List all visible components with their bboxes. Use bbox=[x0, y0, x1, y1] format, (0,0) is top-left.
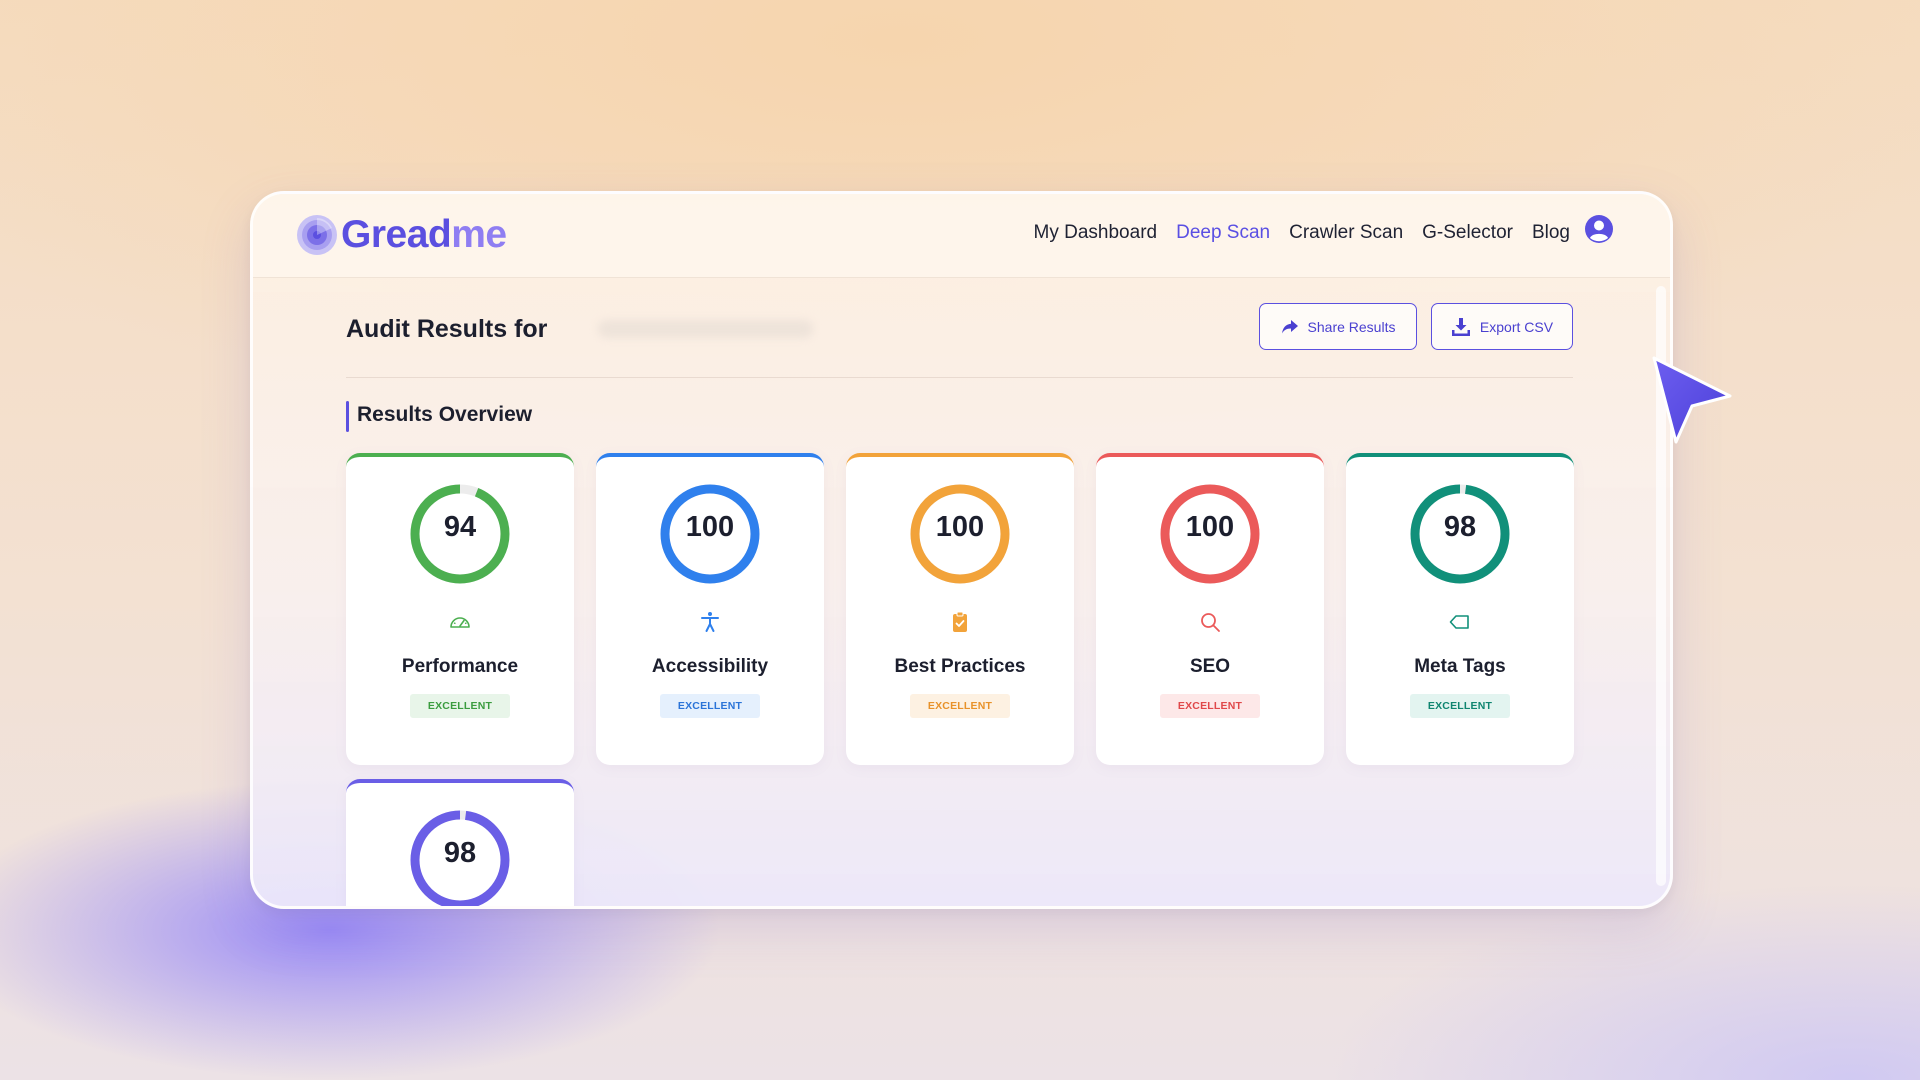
card-label: SEO bbox=[1189, 656, 1231, 677]
result-card[interactable]: 94 Performance EXCELLENT bbox=[346, 453, 574, 765]
logo[interactable]: Greadme bbox=[296, 213, 507, 257]
card-label: Best Practices bbox=[894, 656, 1026, 677]
speedometer-icon bbox=[448, 610, 472, 634]
nav-item-blog[interactable]: Blog bbox=[1532, 222, 1570, 244]
score-value: 98 bbox=[443, 837, 477, 869]
blurred-url bbox=[598, 320, 813, 338]
score-value: 98 bbox=[1443, 511, 1477, 543]
search-icon bbox=[1198, 610, 1222, 634]
tag-icon bbox=[1448, 610, 1472, 634]
result-card[interactable]: 100 Accessibility EXCELLENT bbox=[596, 453, 824, 765]
result-card[interactable]: 98 Meta Tags EXCELLENT bbox=[1346, 453, 1574, 765]
nav-item-deep-scan[interactable]: Deep Scan bbox=[1176, 222, 1270, 244]
status-badge: EXCELLENT bbox=[410, 694, 510, 718]
page-title: Audit Results for bbox=[346, 315, 548, 343]
clipboard-check-icon bbox=[948, 610, 972, 634]
cursor-arrow-icon bbox=[1652, 356, 1732, 444]
score-value: 100 bbox=[935, 511, 985, 543]
score-value: 94 bbox=[443, 511, 477, 543]
export-csv-button[interactable]: Export CSV bbox=[1431, 303, 1573, 350]
status-badge: EXCELLENT bbox=[1410, 694, 1510, 718]
app-window: Greadme My Dashboard Deep Scan Crawler S… bbox=[250, 191, 1673, 909]
nav-item-my-dashboard[interactable]: My Dashboard bbox=[1034, 222, 1158, 244]
share-results-button[interactable]: Share Results bbox=[1259, 303, 1417, 350]
score-value: 100 bbox=[1185, 511, 1235, 543]
status-badge: EXCELLENT bbox=[660, 694, 760, 718]
accessibility-icon bbox=[698, 610, 722, 634]
status-badge: EXCELLENT bbox=[1160, 694, 1260, 718]
logo-radar-icon bbox=[297, 215, 337, 255]
card-label: Meta Tags bbox=[1414, 656, 1506, 677]
status-badge: EXCELLENT bbox=[910, 694, 1010, 718]
download-icon bbox=[1451, 317, 1470, 336]
main-nav: My Dashboard Deep Scan Crawler Scan G-Se… bbox=[1015, 222, 1570, 244]
logo-text: Greadme bbox=[341, 213, 507, 256]
share-results-label: Share Results bbox=[1307, 318, 1396, 335]
score-value: 100 bbox=[685, 511, 735, 543]
share-arrow-icon bbox=[1281, 319, 1298, 333]
result-card[interactable]: 98 bbox=[346, 779, 574, 906]
result-card[interactable]: 100 SEO EXCELLENT bbox=[1096, 453, 1324, 765]
section-title: Results Overview bbox=[357, 403, 533, 426]
section-accent-bar bbox=[346, 401, 349, 432]
card-label: Performance bbox=[401, 656, 519, 677]
nav-item-crawler-scan[interactable]: Crawler Scan bbox=[1289, 222, 1403, 244]
result-card[interactable]: 100 Best Practices EXCELLENT bbox=[846, 453, 1074, 765]
user-circle-icon[interactable] bbox=[1584, 214, 1614, 244]
export-csv-label: Export CSV bbox=[1479, 318, 1554, 335]
divider bbox=[346, 377, 1573, 378]
top-navbar: Greadme My Dashboard Deep Scan Crawler S… bbox=[253, 194, 1670, 278]
nav-item-g-selector[interactable]: G-Selector bbox=[1422, 222, 1513, 244]
card-label: Accessibility bbox=[651, 656, 769, 677]
